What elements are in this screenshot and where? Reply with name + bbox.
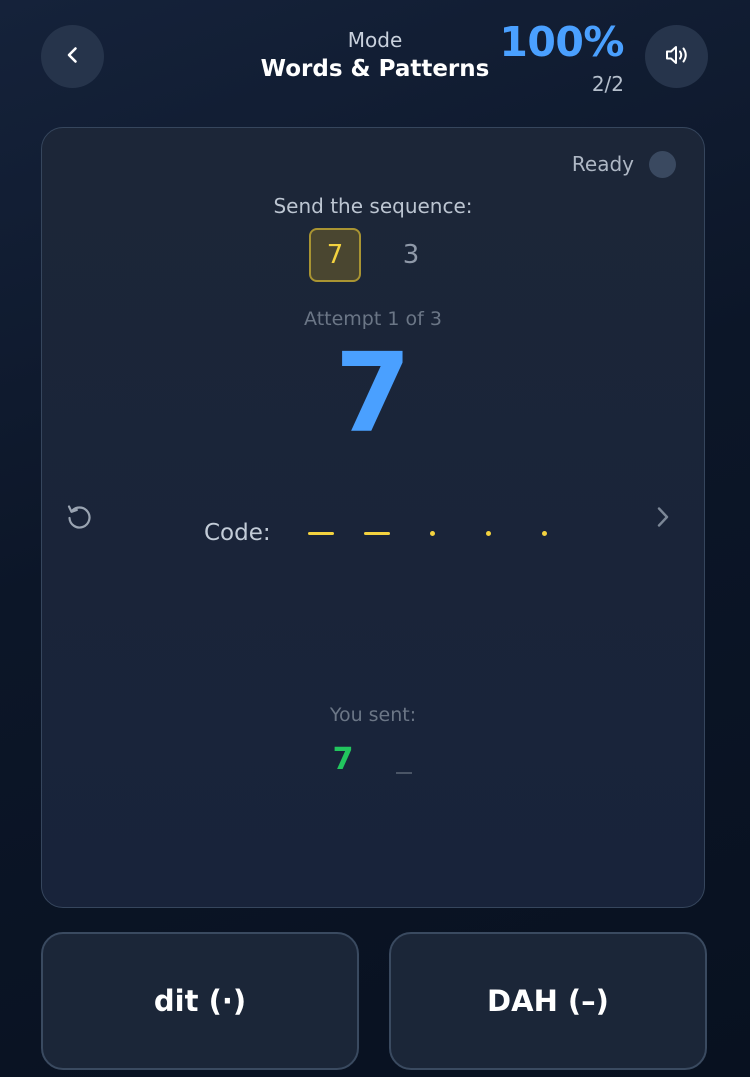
code-label: Code: <box>204 520 271 546</box>
score-count: 2/2 <box>591 72 624 96</box>
sound-button[interactable] <box>645 25 708 88</box>
code-row: Code: <box>204 520 573 546</box>
status-label: Ready <box>571 152 634 176</box>
dit-button[interactable]: dit (·) <box>41 932 359 1070</box>
current-character: 7 <box>334 329 412 457</box>
chevron-right-icon <box>653 505 673 533</box>
sent-character: 7 <box>332 742 354 777</box>
sequence-item: 3 <box>402 240 420 270</box>
status-indicator <box>649 151 676 178</box>
dit-symbol <box>517 523 573 543</box>
dit-symbol <box>405 523 461 543</box>
dit-symbol <box>461 523 517 543</box>
practice-card: Ready Send the sequence: 73 Attempt 1 of… <box>41 127 705 908</box>
mode-title: Words & Patterns <box>260 56 490 82</box>
sequence-list: 73 <box>42 228 704 282</box>
sequence-prompt: Send the sequence: <box>273 194 473 218</box>
you-sent-label: You sent: <box>329 704 417 726</box>
score-percent: 100% <box>499 18 624 66</box>
dah-symbol <box>349 523 405 543</box>
next-button[interactable] <box>644 500 682 538</box>
dah-button[interactable]: DAH (–) <box>389 932 707 1070</box>
code-symbols <box>293 523 573 543</box>
reset-icon <box>63 501 95 537</box>
sent-characters: 7 <box>42 742 704 777</box>
input-cursor <box>394 742 414 774</box>
mode-label: Mode <box>347 28 403 52</box>
speaker-icon <box>663 43 691 71</box>
dah-symbol <box>293 523 349 543</box>
sequence-item-current: 7 <box>309 228 361 282</box>
reset-button[interactable] <box>60 500 98 538</box>
